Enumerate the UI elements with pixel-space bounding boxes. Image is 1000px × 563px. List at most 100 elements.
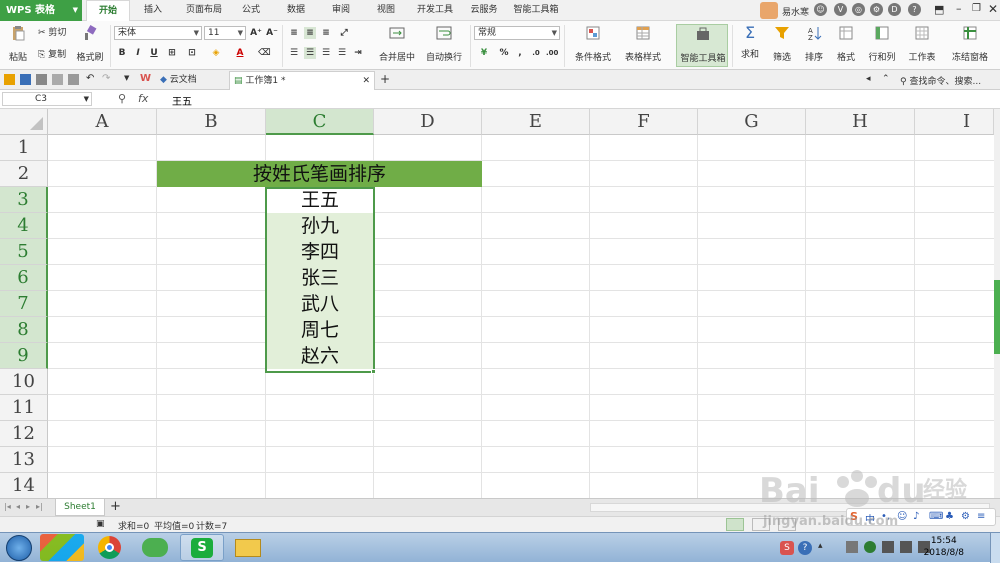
indent-icon[interactable]: ⇥: [352, 47, 364, 59]
sheet-nav-last-icon[interactable]: ▸|: [36, 502, 43, 511]
underline-button[interactable]: U: [148, 47, 160, 59]
orientation-icon[interactable]: ⤢: [338, 27, 350, 39]
skin-icon[interactable]: ◎: [852, 3, 865, 16]
save-icon[interactable]: [20, 74, 31, 85]
fill-handle[interactable]: [371, 369, 376, 374]
justify-icon[interactable]: ☰: [336, 47, 348, 59]
tray-expand-icon[interactable]: ▴: [818, 541, 823, 551]
worksheet-button[interactable]: 工作表: [906, 25, 938, 63]
font-size-select[interactable]: 11 ▼: [204, 26, 246, 40]
freeze-panes-button[interactable]: 冻结窗格: [948, 25, 992, 63]
align-bottom-icon[interactable]: ≡: [320, 27, 332, 39]
tab-cloud-docs[interactable]: ◆ 云文档: [156, 71, 228, 90]
column-header-i[interactable]: I: [915, 109, 994, 135]
row-header-3[interactable]: 3: [0, 187, 48, 213]
sheet-nav-next-icon[interactable]: ▸: [26, 502, 30, 511]
tab-insert[interactable]: 插入: [134, 0, 172, 21]
chevron-down-icon[interactable]: ▼: [124, 74, 129, 82]
tab-developer[interactable]: 开发工具: [412, 0, 458, 21]
table-style-button[interactable]: 表格样式: [620, 25, 666, 63]
merge-center-button[interactable]: 合并居中: [374, 25, 420, 63]
taskbar-chrome[interactable]: [88, 534, 132, 561]
tab-workbook[interactable]: ▤ 工作簿1 * ✕: [229, 71, 375, 90]
zoom-icon[interactable]: ⚲: [118, 92, 126, 105]
status-doc-icon[interactable]: ▣: [96, 519, 105, 529]
bold-button[interactable]: B: [116, 47, 128, 59]
sort-button[interactable]: AZ 排序: [800, 25, 828, 63]
maximize-icon[interactable]: ❐: [972, 3, 981, 14]
taskbar-explorer[interactable]: [226, 534, 270, 561]
column-header-c[interactable]: C: [266, 109, 374, 135]
font-color-icon[interactable]: A: [234, 47, 246, 59]
sheet-nav-prev-icon[interactable]: ◂: [16, 502, 20, 511]
currency-icon[interactable]: ¥: [478, 47, 490, 59]
italic-button[interactable]: I: [132, 47, 144, 59]
sum-button[interactable]: Σ 求和: [736, 25, 764, 61]
row-header-1[interactable]: 1: [0, 135, 48, 161]
tab-review[interactable]: 审阅: [324, 0, 358, 21]
vip-icon[interactable]: V: [834, 3, 847, 16]
smart-toolbox-button[interactable]: 智能工具箱: [676, 24, 728, 67]
conditional-format-button[interactable]: 条件格式: [570, 25, 616, 63]
align-middle-icon[interactable]: ≡: [304, 27, 316, 39]
share-icon[interactable]: D: [888, 3, 901, 16]
format-painter-button[interactable]: 格式刷: [76, 25, 104, 63]
format-button[interactable]: 格式: [832, 25, 860, 63]
number-format-select[interactable]: 常规 ▼: [474, 26, 560, 40]
increase-font-icon[interactable]: A⁺: [250, 27, 262, 39]
tab-data[interactable]: 数据: [279, 0, 313, 21]
taskbar-wps-spreadsheet[interactable]: S: [180, 534, 224, 561]
badge-icon[interactable]: ☺: [814, 3, 827, 16]
close-icon[interactable]: ✕: [988, 2, 998, 16]
fill-color-icon[interactable]: ◈: [210, 47, 222, 59]
row-header-8[interactable]: 8: [0, 317, 48, 343]
tab-formulas[interactable]: 公式: [234, 0, 268, 21]
row-header-10[interactable]: 10: [0, 369, 48, 395]
column-header-g[interactable]: G: [698, 109, 806, 135]
normal-view-icon[interactable]: [726, 518, 744, 531]
export-icon[interactable]: [68, 74, 79, 85]
align-center-icon[interactable]: ☰: [304, 47, 316, 59]
filter-button[interactable]: 筛选: [768, 25, 796, 63]
tab-page-layout[interactable]: 页面布局: [176, 0, 232, 21]
vertical-scrollbar-thumb[interactable]: [994, 280, 1000, 354]
copy-button[interactable]: ⎘ 复制: [38, 47, 66, 60]
select-all-corner[interactable]: [0, 109, 48, 135]
thousands-icon[interactable]: ,: [514, 47, 526, 59]
user-name[interactable]: 易水寒: [782, 5, 809, 18]
row-header-9[interactable]: 9: [0, 343, 48, 369]
tab-view[interactable]: 视图: [369, 0, 403, 21]
tab-smart-toolbox[interactable]: 智能工具箱: [510, 0, 562, 21]
tray-help-icon[interactable]: ?: [798, 541, 812, 555]
formula-input[interactable]: 王五: [172, 93, 192, 108]
column-header-d[interactable]: D: [374, 109, 482, 135]
column-header-h[interactable]: H: [806, 109, 915, 135]
merge-icon[interactable]: ⊡: [186, 47, 198, 59]
open-icon[interactable]: [4, 74, 15, 85]
command-search[interactable]: ⚲ 查找命令、搜索...: [900, 74, 981, 87]
align-left-icon[interactable]: ☰: [288, 47, 300, 59]
tab-cloud[interactable]: 云服务: [466, 0, 502, 21]
spreadsheet-grid[interactable]: A B C D E F G H I 1 2 3 4 5 6 7 8 9 10 1…: [0, 109, 994, 498]
tray-network-icon[interactable]: [846, 541, 858, 553]
new-tab-icon[interactable]: +: [380, 72, 390, 86]
collapse-icon[interactable]: ⌃: [882, 74, 890, 84]
close-tab-icon[interactable]: ✕: [362, 72, 370, 90]
minimize-icon[interactable]: –: [956, 2, 962, 15]
column-header-e[interactable]: E: [482, 109, 590, 135]
print-icon[interactable]: [36, 74, 47, 85]
page-break-view-icon[interactable]: [778, 518, 796, 531]
restore-ribbon-icon[interactable]: ⬒: [934, 3, 944, 16]
settings-icon[interactable]: ⚙: [870, 3, 883, 16]
undo-icon[interactable]: ↶: [86, 73, 94, 84]
tray-signal-icon[interactable]: [900, 541, 912, 553]
tray-battery-icon[interactable]: [882, 541, 894, 553]
cut-button[interactable]: ✂ 剪切: [38, 25, 66, 38]
column-header-a[interactable]: A: [48, 109, 157, 135]
taskbar-app-icon[interactable]: [40, 534, 84, 561]
taskbar-clock[interactable]: 15:54 2018/8/8: [924, 535, 964, 559]
ime-toolbar[interactable]: S 中 •, ☺ ♪ ⌨ ♣ ⚙ ≡: [846, 508, 996, 526]
start-button[interactable]: [6, 535, 32, 561]
align-right-icon[interactable]: ☰: [320, 47, 332, 59]
row-header-2[interactable]: 2: [0, 161, 48, 187]
